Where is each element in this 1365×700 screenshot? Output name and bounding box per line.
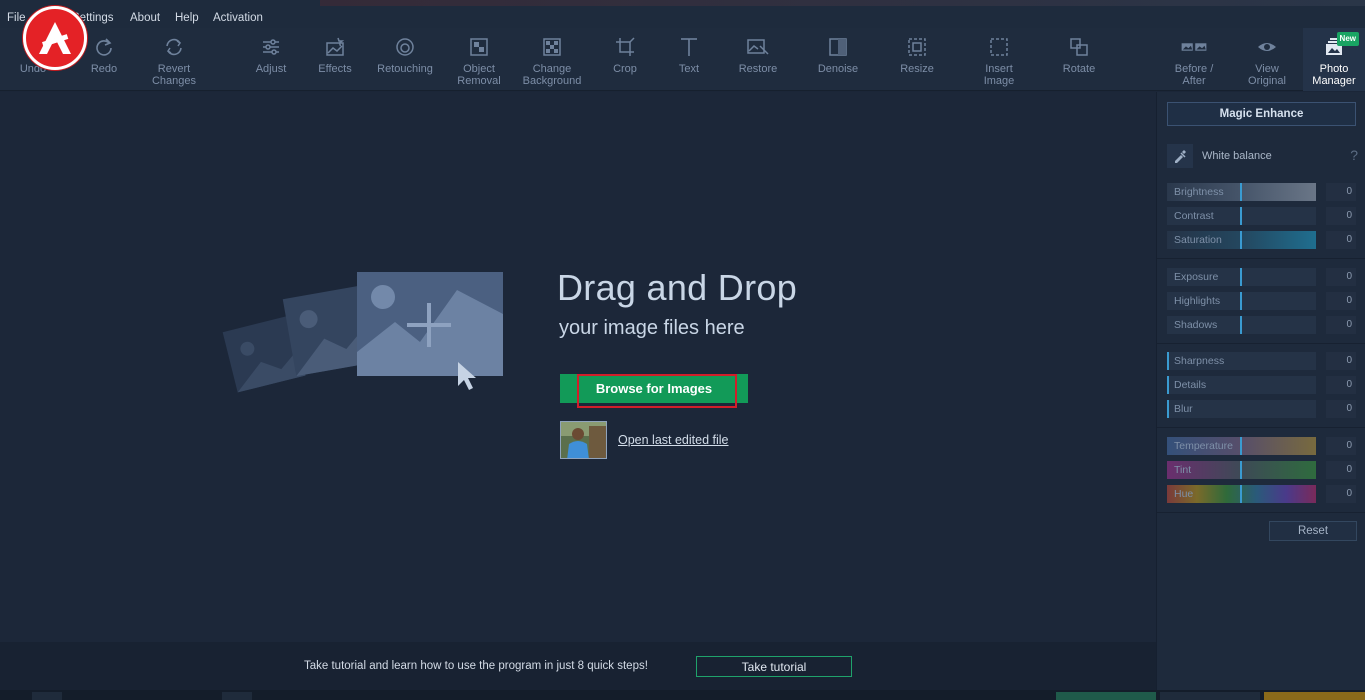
blur-value[interactable]: 0 <box>1326 400 1356 418</box>
photo-manager-button[interactable]: Photo Manager New <box>1303 28 1365 91</box>
retouching-icon <box>392 34 418 60</box>
shadows-slider[interactable]: Shadows <box>1167 316 1316 334</box>
white-balance-label: White balance <box>1202 150 1272 162</box>
exposure-slider[interactable]: Exposure <box>1167 268 1316 286</box>
last-file-thumbnail[interactable] <box>560 421 607 459</box>
browse-images-button[interactable]: Browse for Images <box>560 374 748 403</box>
menu-activation[interactable]: Activation <box>213 12 263 24</box>
effects-icon <box>322 34 348 60</box>
tutorial-text: Take tutorial and learn how to use the p… <box>304 660 648 672</box>
drag-drop-subtitle: your image files here <box>559 317 745 339</box>
new-badge: New <box>1336 32 1359 46</box>
open-last-file-link[interactable]: Open last edited file <box>618 433 729 447</box>
view-original-button[interactable]: View Original <box>1240 28 1294 91</box>
menu-bar: File Settings About Help Activation <box>0 0 1365 28</box>
revert-changes-button[interactable]: Revert Changes <box>144 28 204 91</box>
change-background-icon <box>539 34 565 60</box>
redo-button[interactable]: Redo <box>82 28 126 91</box>
tint-slider[interactable]: Tint <box>1167 461 1316 479</box>
bottom-strip <box>0 690 1365 700</box>
denoise-icon <box>825 34 851 60</box>
take-tutorial-button[interactable]: Take tutorial <box>696 656 852 677</box>
brightness-value[interactable]: 0 <box>1326 183 1356 201</box>
before-after-button[interactable]: Before / After <box>1166 28 1222 91</box>
toolbar: Undo Redo Revert Changes Adjust Effects … <box>0 28 1365 91</box>
hue-value[interactable]: 0 <box>1326 485 1356 503</box>
drag-drop-title: Drag and Drop <box>557 267 798 308</box>
rotate-button[interactable]: Rotate <box>1056 28 1102 91</box>
insert-image-icon <box>986 34 1012 60</box>
drop-zone[interactable]: Drag and Drop your image files here Brow… <box>0 92 1156 642</box>
highlights-slider[interactable]: Highlights <box>1167 292 1316 310</box>
logo-icon <box>39 22 71 54</box>
retouching-button[interactable]: Retouching <box>370 28 440 91</box>
blur-slider[interactable]: Blur <box>1167 400 1316 418</box>
object-removal-button[interactable]: Object Removal <box>450 28 508 91</box>
object-removal-icon <box>466 34 492 60</box>
revert-icon <box>161 34 187 60</box>
exposure-value[interactable]: 0 <box>1326 268 1356 286</box>
menu-help[interactable]: Help <box>175 12 199 24</box>
eyedropper-icon[interactable] <box>1167 144 1193 168</box>
sharpness-value[interactable]: 0 <box>1326 352 1356 370</box>
effects-button[interactable]: Effects <box>312 28 358 91</box>
saturation-slider[interactable]: Saturation <box>1167 231 1316 249</box>
details-value[interactable]: 0 <box>1326 376 1356 394</box>
image-placeholder-illustration <box>222 272 503 393</box>
insert-image-button[interactable]: Insert Image <box>972 28 1026 91</box>
hue-slider[interactable]: Hue <box>1167 485 1316 503</box>
temperature-slider[interactable]: Temperature <box>1167 437 1316 455</box>
contrast-slider[interactable]: Contrast <box>1167 207 1316 225</box>
details-slider[interactable]: Details <box>1167 376 1316 394</box>
menu-file[interactable]: File <box>7 12 26 24</box>
help-icon[interactable]: ? <box>1350 147 1358 163</box>
tutorial-bar: Take tutorial and learn how to use the p… <box>0 642 1156 690</box>
crop-button[interactable]: Crop <box>602 28 648 91</box>
eye-icon <box>1254 34 1280 60</box>
contrast-value[interactable]: 0 <box>1326 207 1356 225</box>
crop-icon <box>612 34 638 60</box>
brightness-slider[interactable]: Brightness <box>1167 183 1316 201</box>
before-after-icon <box>1181 34 1207 60</box>
denoise-button[interactable]: Denoise <box>810 28 866 91</box>
text-button[interactable]: Text <box>666 28 712 91</box>
adjust-panel: Magic Enhance White balance ? Brightness… <box>1156 92 1365 690</box>
change-background-button[interactable]: Change Background <box>514 28 590 91</box>
redo-icon <box>91 34 117 60</box>
text-icon <box>676 34 702 60</box>
sliders-icon <box>258 34 284 60</box>
white-balance-row: White balance ? <box>1167 144 1358 168</box>
tint-value[interactable]: 0 <box>1326 461 1356 479</box>
app-logo <box>23 6 87 70</box>
saturation-value[interactable]: 0 <box>1326 231 1356 249</box>
resize-icon <box>904 34 930 60</box>
restore-icon <box>745 34 771 60</box>
shadows-value[interactable]: 0 <box>1326 316 1356 334</box>
temperature-value[interactable]: 0 <box>1326 437 1356 455</box>
sharpness-slider[interactable]: Sharpness <box>1167 352 1316 370</box>
rotate-icon <box>1066 34 1092 60</box>
restore-button[interactable]: Restore <box>730 28 786 91</box>
highlights-value[interactable]: 0 <box>1326 292 1356 310</box>
adjust-button[interactable]: Adjust <box>248 28 294 91</box>
resize-button[interactable]: Resize <box>894 28 940 91</box>
menu-about[interactable]: About <box>130 12 160 24</box>
reset-button[interactable]: Reset <box>1269 521 1357 541</box>
magic-enhance-button[interactable]: Magic Enhance <box>1167 102 1356 126</box>
